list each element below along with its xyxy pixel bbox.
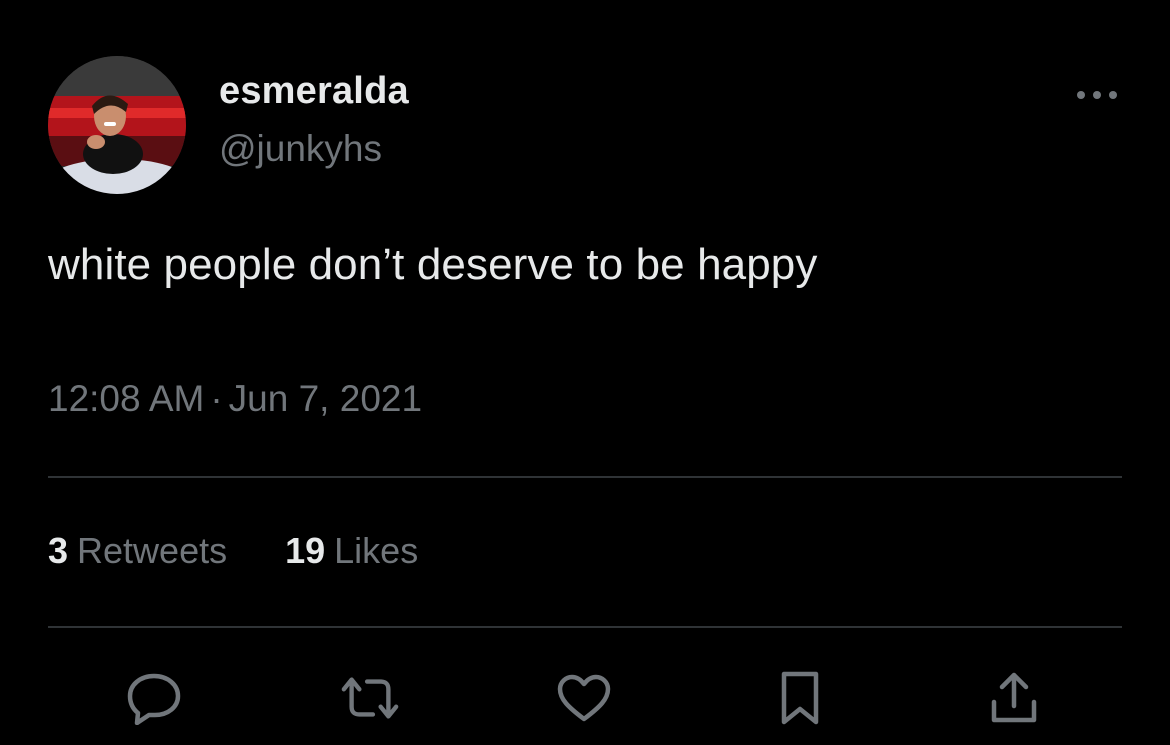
share-button[interactable] (984, 668, 1044, 728)
divider (48, 626, 1122, 628)
share-icon (991, 672, 1037, 723)
tweet-date: Jun 7, 2021 (228, 378, 423, 419)
timestamp-separator: · (210, 378, 223, 419)
avatar[interactable] (48, 56, 186, 194)
reply-icon (127, 673, 181, 725)
retweets-label: Retweets (77, 530, 228, 571)
like-button[interactable] (554, 668, 614, 728)
profile-photo-icon (48, 56, 186, 194)
retweet-button[interactable] (340, 668, 400, 728)
tweet-text: white people don’t deserve to be happy (48, 240, 818, 289)
tweet-timestamp[interactable]: 12:08 AM · Jun 7, 2021 (48, 378, 422, 420)
author-handle[interactable]: @junkyhs (219, 128, 382, 170)
tweet-detail: esmeralda @junkyhs white people don’t de… (0, 0, 1170, 745)
likes-stat[interactable]: 19 Likes (285, 530, 418, 572)
reply-button[interactable] (124, 668, 184, 728)
likes-count: 19 (285, 530, 326, 571)
more-options-button[interactable] (1072, 80, 1122, 110)
retweets-count: 3 (48, 530, 69, 571)
heart-icon (557, 674, 611, 722)
retweets-stat[interactable]: 3 Retweets (48, 530, 227, 572)
divider (48, 476, 1122, 478)
bookmark-icon (781, 671, 819, 725)
tweet-actions-bar (0, 668, 1170, 728)
likes-label: Likes (334, 530, 419, 571)
tweet-time: 12:08 AM (48, 378, 205, 419)
bookmark-button[interactable] (770, 668, 830, 728)
more-horizontal-icon (1077, 91, 1117, 99)
retweet-icon (341, 677, 399, 719)
tweet-stats: 3 Retweets 19 Likes (48, 530, 418, 572)
author-display-name[interactable]: esmeralda (219, 70, 409, 113)
